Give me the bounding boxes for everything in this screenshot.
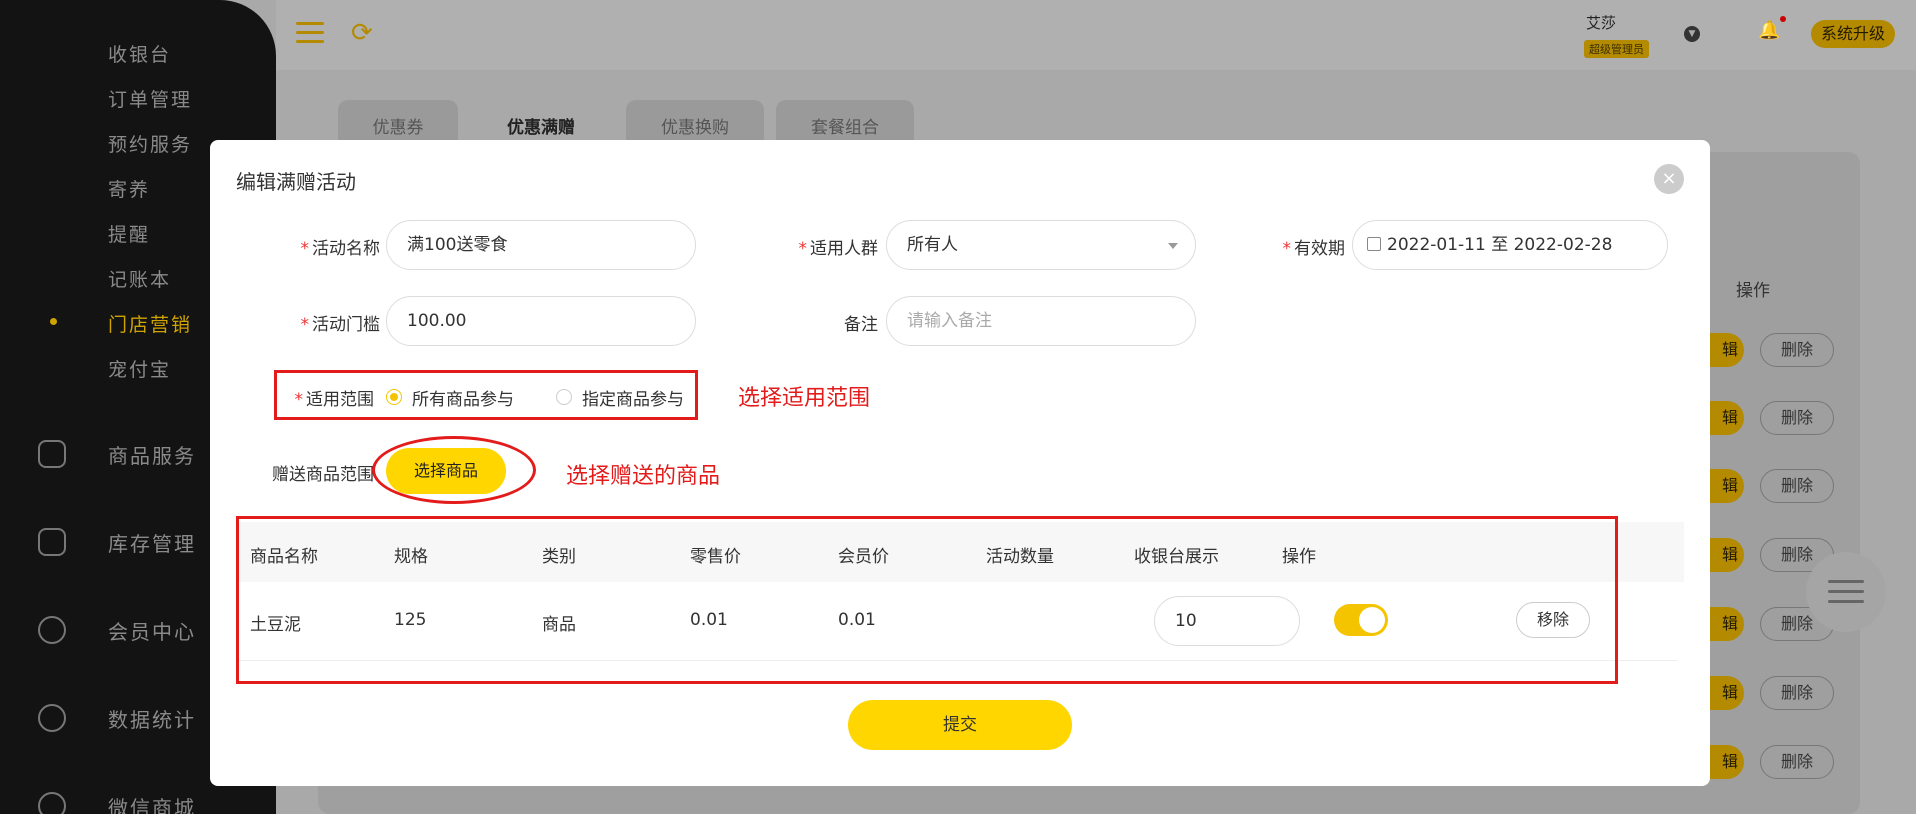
chart-icon: [38, 704, 66, 732]
submit-button[interactable]: 提交: [848, 700, 1072, 750]
sidebar-item-boarding[interactable]: 寄养: [108, 175, 150, 202]
bg-delete-button[interactable]: 删除: [1760, 333, 1834, 367]
bg-delete-button[interactable]: 删除: [1760, 745, 1834, 779]
edit-activity-modal: 编辑满赠活动 × * 活动名称 满100送零食 * 适用人群 所有人 * 有效期 20…: [210, 140, 1710, 786]
remark-label: 备注: [844, 315, 878, 335]
notification-dot: [1780, 16, 1786, 22]
box-icon: [38, 528, 66, 556]
sidebar-item-label: 会员中心: [108, 620, 196, 644]
upgrade-button[interactable]: 系统升级: [1811, 20, 1896, 48]
sidebar-item-petpay[interactable]: 宠付宝: [108, 355, 171, 382]
member-icon: [38, 616, 66, 644]
sidebar-item-ledger[interactable]: 记账本: [108, 265, 171, 292]
wechat-icon: [38, 792, 66, 814]
modal-title: 编辑满赠活动: [236, 170, 356, 194]
calendar-icon: [1367, 237, 1381, 251]
bg-delete-button[interactable]: 删除: [1760, 469, 1834, 503]
chevron-down-icon[interactable]: ▼: [1684, 26, 1700, 42]
user-name: 艾莎: [1586, 14, 1617, 32]
audience-select[interactable]: 所有人: [886, 220, 1196, 270]
remark-input[interactable]: 请输入备注: [886, 296, 1196, 346]
annotation-table-box: [236, 516, 1618, 684]
sidebar-item-label: 数据统计: [108, 708, 196, 732]
sidebar-item-store-marketing[interactable]: 门店营销: [108, 310, 192, 337]
activity-name-input[interactable]: 满100送零食: [386, 220, 696, 270]
close-icon[interactable]: ×: [1654, 164, 1684, 194]
annotation-gift-text: 选择赠送的商品: [566, 464, 721, 489]
sidebar-item-orders[interactable]: 订单管理: [108, 85, 192, 112]
active-indicator-dot: [50, 318, 57, 325]
annotation-scope-text: 选择适用范围: [738, 386, 871, 411]
annotation-gift-oval: [372, 436, 536, 504]
topbar: ⟳ 艾莎 超级管理员 ▼ 🔔 系统升级: [276, 0, 1916, 70]
bell-icon[interactable]: 🔔: [1758, 20, 1780, 41]
list-menu-icon[interactable]: [1806, 552, 1886, 632]
sidebar-item-label: 微信商城: [108, 796, 196, 814]
threshold-input[interactable]: 100.00: [386, 296, 696, 346]
bg-delete-button[interactable]: 删除: [1760, 401, 1834, 435]
user-role-badge: 超级管理员: [1584, 40, 1649, 58]
sidebar-item-cashier[interactable]: 收银台: [108, 40, 171, 67]
menu-icon[interactable]: [296, 22, 324, 44]
sidebar-item-reminders[interactable]: 提醒: [108, 220, 150, 247]
chevron-down-icon: [1168, 243, 1178, 249]
validity-date-range[interactable]: 2022-01-11 至 2022-02-28: [1352, 220, 1668, 270]
bg-delete-button[interactable]: 删除: [1760, 676, 1834, 710]
refresh-icon[interactable]: ⟳: [351, 20, 373, 46]
sidebar-item-appointments[interactable]: 预约服务: [108, 130, 192, 157]
validity-label: * 有效期: [1282, 239, 1346, 259]
threshold-label: * 活动门槛: [300, 315, 381, 335]
activity-name-label: * 活动名称: [300, 239, 381, 259]
gift-range-label: 赠送商品范围: [272, 465, 374, 485]
sidebar-item-label: 库存管理: [108, 532, 196, 556]
annotation-scope-box: [274, 370, 698, 420]
bg-operation-header: 操作: [1736, 281, 1770, 301]
shopping-bag-icon: [38, 440, 66, 468]
sidebar-item-label: 商品服务: [108, 444, 196, 468]
audience-label: * 适用人群: [798, 239, 879, 259]
